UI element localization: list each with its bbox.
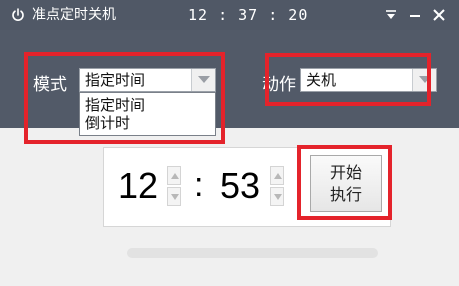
minute-spinner[interactable] (270, 166, 284, 206)
arrow-down-icon (171, 194, 179, 200)
minute-down-button[interactable] (270, 187, 284, 206)
title-bar: 准点定时关机 12 : 37 : 20 (0, 0, 459, 30)
minimize-icon (410, 15, 420, 17)
hour-value[interactable]: 12 (118, 164, 158, 208)
mode-select[interactable]: 指定时间 (79, 68, 216, 92)
close-button[interactable] (428, 4, 450, 26)
time-separator: : (194, 166, 204, 204)
mode-option-specified-time[interactable]: 指定时间 (85, 95, 145, 115)
minute-value[interactable]: 53 (220, 164, 260, 208)
action-label: 动作 (262, 75, 296, 95)
mode-option-countdown[interactable]: 倒计时 (85, 113, 130, 133)
close-icon (433, 9, 445, 21)
settings-panel: 模式 指定时间 动作 关机 (0, 30, 459, 128)
window-title: 准点定时关机 (32, 7, 116, 23)
dropdown-icon (386, 10, 396, 19)
hour-spinner[interactable] (167, 166, 181, 206)
current-time: 12 : 37 : 20 (188, 6, 309, 24)
action-select-arrow[interactable] (412, 69, 436, 91)
minute-up-button[interactable] (270, 166, 284, 185)
mode-label: 模式 (33, 75, 67, 95)
arrow-up-icon (171, 173, 179, 179)
start-button-label-line-2: 执行 (329, 185, 362, 204)
chevron-down-icon (419, 76, 431, 83)
minimize-button[interactable] (404, 4, 426, 26)
app-window: 准点定时关机 12 : 37 : 20 模式 指定时间 动作 关机 12: 5… (0, 0, 459, 286)
start-button[interactable]: 开始 执行 (310, 155, 382, 212)
arrow-down-icon (274, 194, 282, 200)
power-icon (12, 8, 24, 21)
chevron-down-icon (198, 76, 210, 83)
action-select-value: 关机 (306, 71, 337, 89)
hour-down-button[interactable] (167, 187, 181, 206)
mode-select-arrow[interactable] (191, 69, 215, 91)
mode-dropdown-list: 指定时间 倒计时 (79, 92, 216, 136)
start-button-label-line-1: 开始 (329, 163, 362, 182)
menu-dropdown-button[interactable] (380, 4, 402, 26)
mode-select-value: 指定时间 (85, 71, 146, 89)
arrow-up-icon (274, 173, 282, 179)
progress-bar (127, 248, 378, 258)
action-select[interactable]: 关机 (300, 68, 437, 92)
hour-up-button[interactable] (167, 166, 181, 185)
